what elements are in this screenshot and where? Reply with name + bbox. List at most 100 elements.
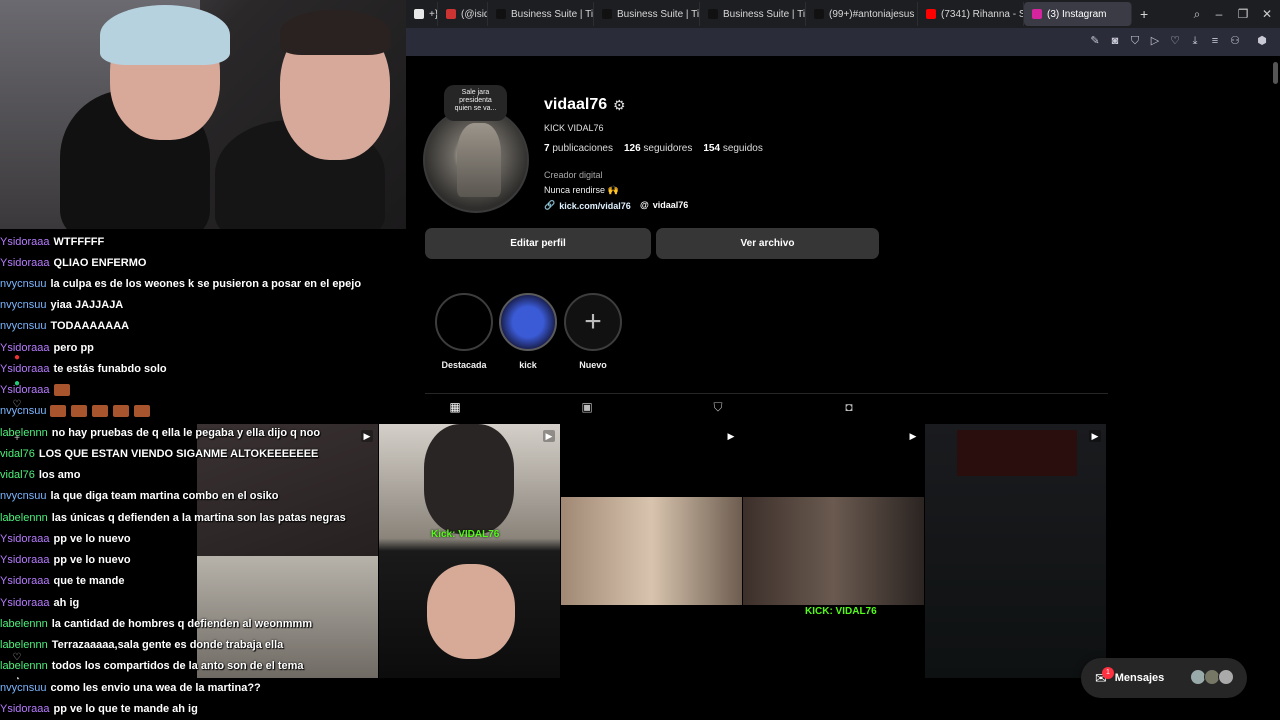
browser-tab[interactable]: Business Suite | TikTok <box>700 2 806 26</box>
messages-badge: 1 <box>1102 667 1114 679</box>
browser-tab-label: +}isi <box>429 8 438 20</box>
edit-icon[interactable]: ✎ <box>1088 34 1102 48</box>
followers-stat[interactable]: 126 seguidores <box>624 143 692 154</box>
chat-username[interactable]: Ysidoraaa <box>0 554 50 566</box>
tab-tagged-icon[interactable]: ◘ <box>842 400 856 414</box>
highlight-destacada[interactable] <box>435 293 493 351</box>
search-tabs-icon[interactable]: ⌕ <box>1185 0 1209 28</box>
chat-username[interactable]: Ysidoraaa <box>0 363 50 375</box>
chat-username[interactable]: labelennn <box>0 618 48 630</box>
chat-username[interactable]: labelennn <box>0 660 48 672</box>
post-thumbnail[interactable]: KICK: VIDAL76 ▶ <box>743 424 924 678</box>
chat-username[interactable]: Ysidoraaa <box>0 257 50 269</box>
chat-username[interactable]: Ysidoraaa <box>0 236 50 248</box>
browser-tab[interactable]: (@isidoraam <box>438 2 488 26</box>
whatsapp-icon: ● <box>13 378 21 389</box>
post-thumbnail[interactable]: ▶ <box>925 424 1106 678</box>
maximize-icon[interactable]: ❐ <box>1231 0 1255 28</box>
chat-username[interactable]: Ysidoraaa <box>0 703 50 715</box>
browser-tab[interactable]: Business Suite | TikTok <box>594 2 700 26</box>
chat-username[interactable]: Ysidoraaa <box>0 533 50 545</box>
chat-text: yiaa JAJJAJA <box>50 299 124 311</box>
view-archive-button[interactable]: Ver archivo <box>656 228 879 259</box>
chat-username[interactable]: nvycnsuu <box>0 320 46 332</box>
chat-text: las únicas q defienden a la martina son … <box>51 512 346 524</box>
browser-tab[interactable]: Business Suite | TikTok <box>488 2 594 26</box>
tab-reels-icon[interactable]: ▣ <box>580 400 594 414</box>
chat-message: labelennn Terrazaaaaa,sala gente es donde… <box>0 635 283 655</box>
chat-message: vidal76 los amo <box>0 465 80 485</box>
post-thumbnail[interactable]: ▶ <box>561 424 742 678</box>
heart-icon: ♡ <box>12 652 22 663</box>
chat-text: te estás funabdo solo <box>53 363 167 375</box>
scrollbar[interactable] <box>1273 62 1278 84</box>
profile-bio: Nunca rendirse 🙌 <box>544 185 619 195</box>
post-caption: KICK: VIDAL76 <box>805 606 877 617</box>
chat-text: todos los compartidos de la anto son de … <box>51 660 304 672</box>
chat-text: ah ig <box>53 597 80 609</box>
following-stat[interactable]: 154 seguidos <box>703 143 763 154</box>
chat-username[interactable]: Ysidoraaa <box>0 384 50 396</box>
reel-icon: ▶ <box>543 430 555 442</box>
profile-icon[interactable]: ⚇ <box>1228 34 1242 48</box>
browser-tab-label: (3) Instagram <box>1047 8 1107 20</box>
chat-username[interactable]: Ysidoraaa <box>0 597 50 609</box>
highlight-new[interactable]: + <box>564 293 622 351</box>
heart-icon[interactable]: ♡ <box>1168 34 1182 48</box>
chat-username[interactable]: nvycnsuu <box>0 682 46 694</box>
settings-gear-icon[interactable]: ⚙ <box>613 98 628 113</box>
extensions-icon[interactable]: ⬢ <box>1255 34 1269 48</box>
threads-handle[interactable]: vidaal76 <box>653 200 689 210</box>
chat-message: nvycnsuu <box>0 401 155 421</box>
minimize-icon[interactable]: – <box>1207 0 1231 28</box>
profile-note[interactable]: Sale jara presidenta quien se va... <box>444 85 507 121</box>
chat-text: la culpa es de los weones k se pusieron … <box>50 278 362 290</box>
shield-icon[interactable]: ⛉ <box>1128 34 1142 48</box>
browser-tab[interactable]: (3) Instagram <box>1024 2 1132 26</box>
plus-icon: + <box>584 305 602 338</box>
close-icon[interactable]: ✕ <box>1255 0 1279 28</box>
chat-message: Ysidoraaa te estás funabdo solo <box>0 359 167 379</box>
profile-link-text[interactable]: kick.com/vidal76 <box>559 201 631 211</box>
chat-username[interactable]: nvycnsuu <box>0 299 46 311</box>
play-icon[interactable]: ▷ <box>1148 34 1162 48</box>
tab-saved-icon[interactable]: ⛉ <box>711 400 725 414</box>
camera-icon[interactable]: ◙ <box>1108 34 1122 48</box>
post-thumbnail[interactable]: Kick: VIDAL76 ▶ <box>379 424 560 678</box>
chat-message: nvycnsuu la que diga team martina combo e… <box>0 486 279 506</box>
chat-username[interactable]: nvycnsuu <box>0 490 46 502</box>
tab-posts-grid-icon[interactable]: ▦ <box>448 400 462 414</box>
chat-username[interactable]: vidal76 <box>0 448 35 460</box>
link-icon: 🔗 <box>544 200 556 210</box>
profile-avatar[interactable] <box>423 107 529 213</box>
profile-category: Creador digital <box>544 170 603 180</box>
new-tab-button[interactable]: + <box>1132 2 1156 26</box>
browser-tab-bar: +}isi (@isidoraam Business Suite | TikTok B… <box>406 0 1280 28</box>
chat-username[interactable]: labelennn <box>0 427 48 439</box>
tab-favicon-icon <box>708 9 718 19</box>
menu-icon[interactable]: ≡ <box>1208 34 1222 48</box>
edit-profile-button[interactable]: Editar perfil <box>425 228 651 259</box>
highlight-label: Nuevo <box>579 360 607 370</box>
chat-text: TODAAAAAAA <box>50 320 130 332</box>
chat-username[interactable]: nvycnsuu <box>0 405 46 417</box>
profile-link[interactable]: 🔗 kick.com/vidal76 <box>544 200 631 211</box>
chat-text: los amo <box>38 469 81 481</box>
browser-tab[interactable]: (99+)#antoniajesus #chi <box>806 2 918 26</box>
chat-username[interactable]: labelennn <box>0 639 48 651</box>
chat-emote-icon <box>113 405 130 417</box>
download-icon[interactable]: ⤓ <box>1188 34 1202 48</box>
notification-icon: ● <box>13 352 21 363</box>
chat-username[interactable]: labelennn <box>0 512 48 524</box>
chat-username[interactable]: vidal76 <box>0 469 35 481</box>
highlight-label: Destacada <box>441 360 487 370</box>
highlight-kick[interactable] <box>499 293 557 351</box>
chat-username[interactable]: Ysidoraaa <box>0 575 50 587</box>
tab-favicon-icon <box>602 9 612 19</box>
threads-link[interactable]: @ vidaal76 <box>640 200 688 210</box>
chat-message: nvycnsuu TODAAAAAAA <box>0 316 129 336</box>
chat-username[interactable]: nvycnsuu <box>0 278 46 290</box>
browser-tab[interactable]: (7341) Rihanna - S&M - <box>918 2 1024 26</box>
browser-tab[interactable]: +}isi <box>406 2 438 26</box>
chat-username[interactable]: Ysidoraaa <box>0 342 50 354</box>
